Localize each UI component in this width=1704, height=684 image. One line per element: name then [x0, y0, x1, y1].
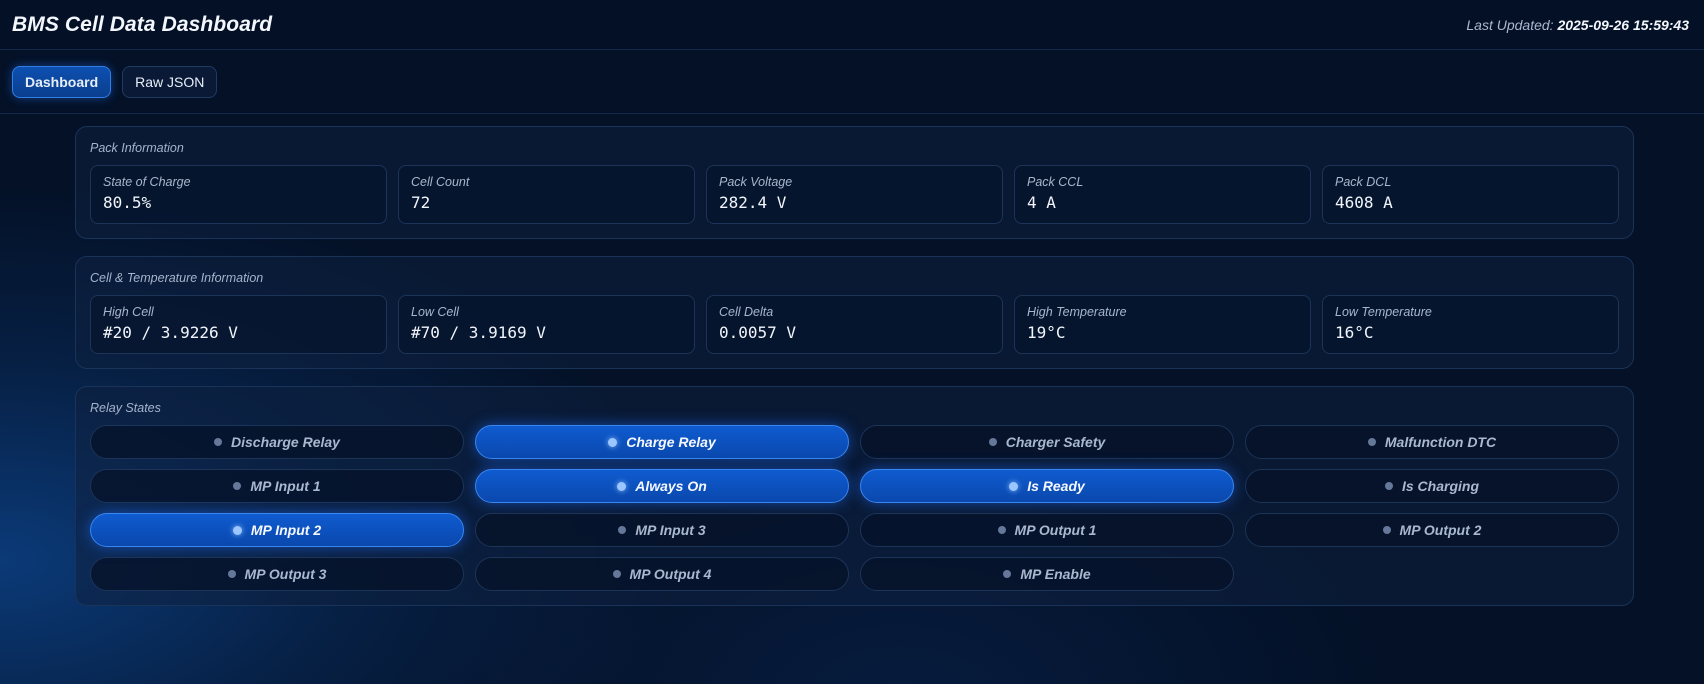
last-updated: Last Updated: 2025-09-26 15:59:43 [1466, 17, 1692, 33]
stat-low-temperature: Low Temperature 16°C [1322, 295, 1619, 354]
relay-label: MP Input 2 [250, 522, 322, 538]
relay-label: MP Input 1 [250, 478, 321, 494]
status-dot-icon [214, 438, 223, 446]
stat-value: 4 A [1027, 193, 1056, 212]
stat-state-of-charge: State of Charge 80.5% [90, 165, 387, 224]
status-dot-icon [608, 437, 618, 447]
status-dot-icon [997, 526, 1006, 534]
relay-mp-output-4[interactable]: MP Output 4 [475, 557, 849, 591]
status-dot-icon [233, 482, 242, 490]
tab-raw-json[interactable]: Raw JSON [122, 65, 218, 98]
stat-high-temperature: High Temperature 19°C [1014, 295, 1311, 354]
pack-information-panel: Pack Information State of Charge 80.5% C… [75, 126, 1634, 239]
stat-label: Low Temperature [1335, 305, 1432, 319]
tab-bar: Dashboard Raw JSON [0, 50, 1704, 114]
stat-pack-dcl: Pack DCL 4608 A [1322, 165, 1619, 224]
relay-label: Discharge Relay [231, 434, 340, 450]
cell-temperature-panel: Cell & Temperature Information High Cell… [75, 256, 1634, 369]
status-dot-icon [618, 526, 627, 534]
relay-label: MP Output 2 [1399, 522, 1482, 538]
relay-grid: Discharge Relay Charge Relay Charger Safet… [90, 425, 1619, 591]
last-updated-timestamp: 2025-09-26 15:59:43 [1557, 16, 1689, 33]
stat-value: 4608 A [1335, 193, 1393, 212]
stat-value: 282.4 V [719, 193, 787, 212]
stat-low-cell: Low Cell #70 / 3.9169 V [398, 295, 695, 354]
relay-label: Charge Relay [626, 434, 716, 450]
relay-is-ready[interactable]: Is Ready [860, 469, 1234, 503]
cell-stats: High Cell #20 / 3.9226 V Low Cell #70 / … [90, 295, 1619, 354]
relay-charger-safety[interactable]: Charger Safety [860, 425, 1234, 459]
relay-mp-input-3[interactable]: MP Input 3 [475, 513, 849, 547]
stat-label: High Cell [103, 305, 154, 319]
stat-value: 80.5% [103, 193, 152, 212]
stat-high-cell: High Cell #20 / 3.9226 V [90, 295, 387, 354]
status-dot-icon [232, 525, 242, 535]
relay-label: Malfunction DTC [1384, 434, 1497, 450]
stat-label: Low Cell [411, 305, 459, 319]
relay-charge-relay[interactable]: Charge Relay [475, 425, 849, 459]
relay-always-on[interactable]: Always On [475, 469, 849, 503]
relay-states-panel: Relay States Discharge Relay Charge Relay… [75, 386, 1634, 606]
page-title: BMS Cell Data Dashboard [12, 12, 273, 36]
status-dot-icon [988, 438, 997, 446]
stat-label: Pack Voltage [719, 175, 793, 189]
stat-label: Cell Delta [719, 305, 774, 319]
stat-label: Pack DCL [1335, 175, 1392, 189]
stat-label: Pack CCL [1027, 175, 1084, 189]
stat-value: #70 / 3.9169 V [411, 323, 546, 342]
stat-pack-ccl: Pack CCL 4 A [1014, 165, 1311, 224]
stat-label: High Temperature [1027, 305, 1127, 319]
relay-label: MP Enable [1020, 566, 1091, 582]
stat-label: State of Charge [103, 175, 191, 189]
stat-cell-count: Cell Count 72 [398, 165, 695, 224]
stat-value: #20 / 3.9226 V [103, 323, 238, 342]
relay-mp-input-1[interactable]: MP Input 1 [90, 469, 464, 503]
relay-label: Is Charging [1401, 478, 1479, 494]
status-dot-icon [227, 570, 236, 578]
relay-is-charging[interactable]: Is Charging [1245, 469, 1619, 503]
relay-label: Charger Safety [1005, 434, 1106, 450]
panel-title: Relay States [90, 401, 161, 415]
main-content: Pack Information State of Charge 80.5% C… [75, 126, 1634, 623]
status-dot-icon [1009, 481, 1019, 491]
status-dot-icon [1367, 438, 1376, 446]
relay-label: MP Input 3 [635, 522, 706, 538]
app-header: BMS Cell Data Dashboard Last Updated: 20… [0, 0, 1704, 50]
status-dot-icon [1003, 570, 1012, 578]
relay-mp-enable[interactable]: MP Enable [860, 557, 1234, 591]
stat-value: 72 [411, 193, 431, 212]
stat-label: Cell Count [411, 175, 470, 189]
panel-title: Cell & Temperature Information [90, 271, 264, 285]
stat-pack-voltage: Pack Voltage 282.4 V [706, 165, 1003, 224]
relay-label: Always On [635, 478, 707, 494]
stat-value: 0.0057 V [719, 323, 797, 342]
panel-title: Pack Information [90, 141, 184, 155]
tab-dashboard[interactable]: Dashboard [12, 65, 112, 98]
relay-label: MP Output 3 [244, 566, 327, 582]
relay-label: MP Output 4 [629, 566, 712, 582]
relay-mp-output-3[interactable]: MP Output 3 [90, 557, 464, 591]
stat-value: 19°C [1027, 323, 1066, 342]
stat-cell-delta: Cell Delta 0.0057 V [706, 295, 1003, 354]
status-dot-icon [1384, 482, 1393, 490]
relay-mp-output-2[interactable]: MP Output 2 [1245, 513, 1619, 547]
relay-mp-output-1[interactable]: MP Output 1 [860, 513, 1234, 547]
status-dot-icon [612, 570, 621, 578]
status-dot-icon [617, 481, 627, 491]
relay-label: MP Output 1 [1014, 522, 1097, 538]
status-dot-icon [1382, 526, 1391, 534]
relay-mp-input-2[interactable]: MP Input 2 [90, 513, 464, 547]
last-updated-label: Last Updated: [1466, 16, 1554, 33]
relay-label: Is Ready [1027, 478, 1085, 494]
relay-malfunction-dtc[interactable]: Malfunction DTC [1245, 425, 1619, 459]
stat-value: 16°C [1335, 323, 1374, 342]
pack-stats: State of Charge 80.5% Cell Count 72 Pack… [90, 165, 1619, 224]
relay-discharge-relay[interactable]: Discharge Relay [90, 425, 464, 459]
